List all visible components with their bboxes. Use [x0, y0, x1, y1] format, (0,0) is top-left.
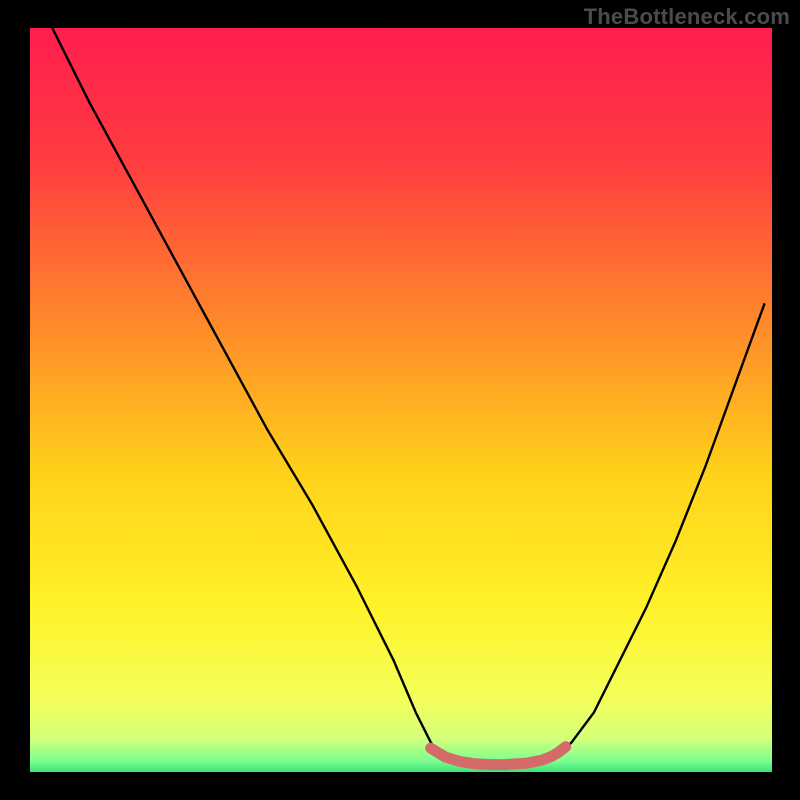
chart-frame: TheBottleneck.com — [0, 0, 800, 800]
bottleneck-chart — [0, 0, 800, 800]
watermark-text: TheBottleneck.com — [584, 4, 790, 30]
plot-background — [30, 28, 772, 772]
